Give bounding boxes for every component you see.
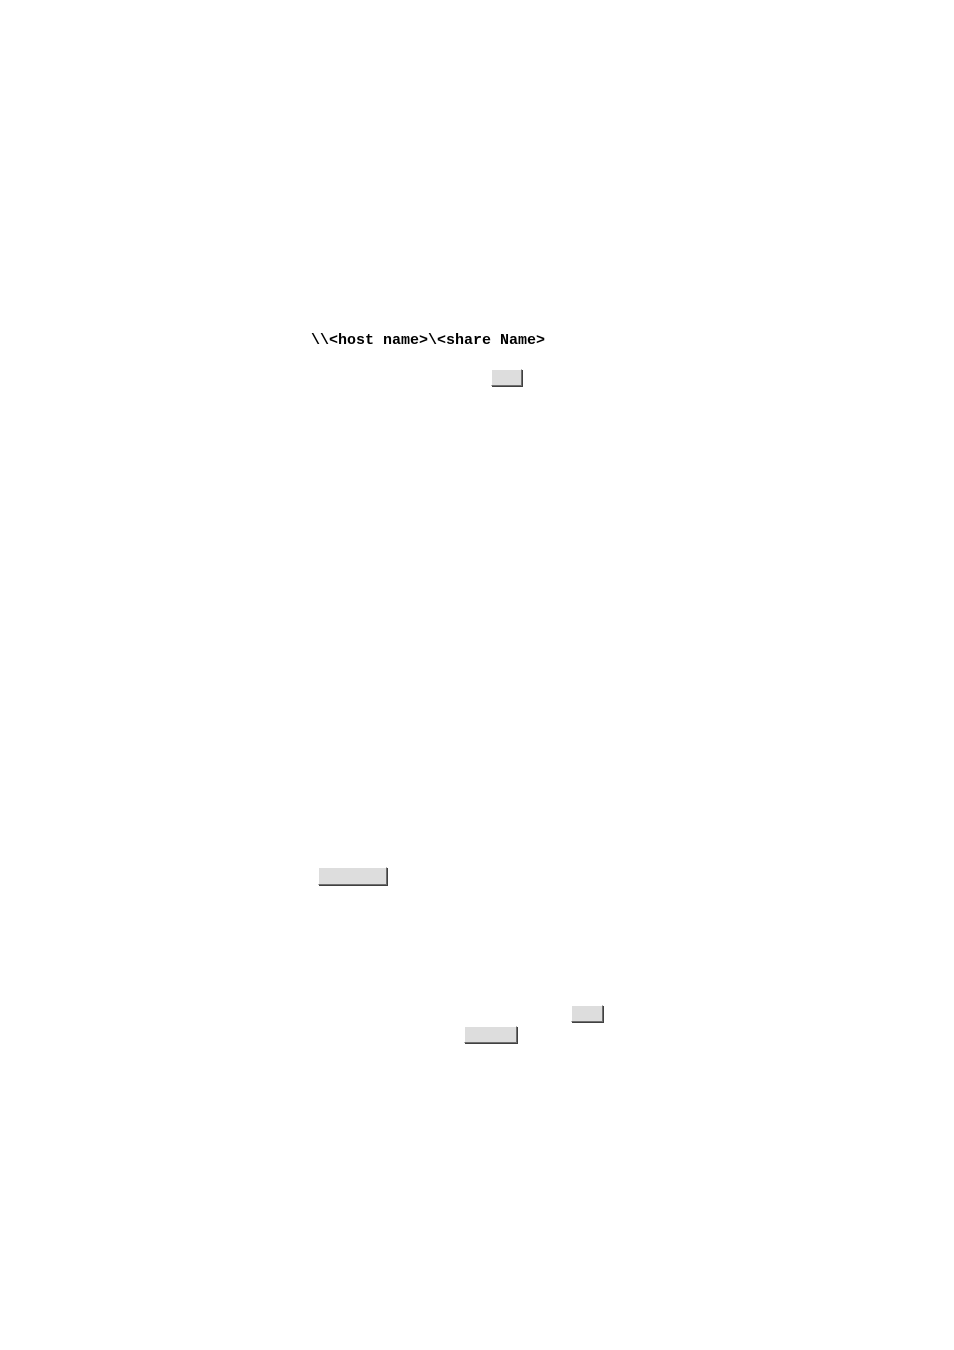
page: \\<host name>\<share Name> — [0, 0, 954, 1350]
button-small-1[interactable] — [491, 369, 522, 386]
code-path-example: \\<host name>\<share Name> — [311, 332, 545, 349]
button-wide-1[interactable] — [318, 867, 387, 885]
button-small-2[interactable] — [571, 1005, 603, 1022]
button-medium-1[interactable] — [464, 1026, 517, 1043]
